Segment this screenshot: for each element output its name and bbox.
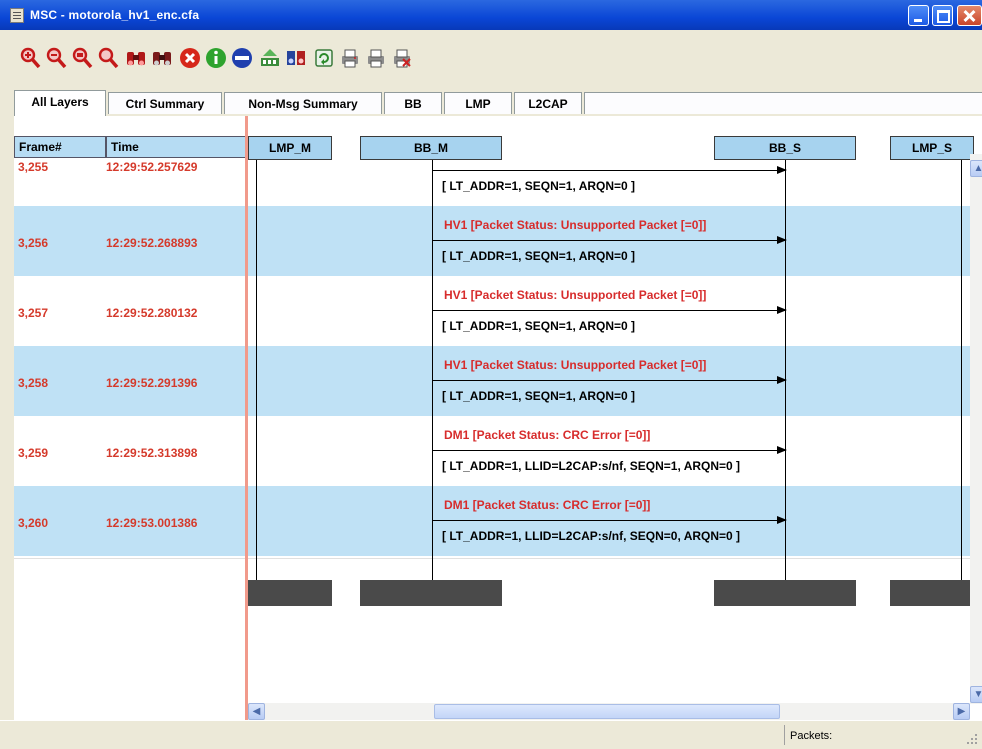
binoculars-find-next-icon[interactable] bbox=[150, 46, 174, 70]
vertical-scrollbar[interactable]: ▲ ▼ bbox=[970, 154, 982, 704]
app-icon[interactable] bbox=[10, 8, 24, 23]
frame-column-label: Frame# bbox=[19, 140, 62, 154]
minimize-button[interactable] bbox=[908, 5, 929, 26]
info-icon[interactable] bbox=[204, 46, 228, 70]
message-arrow[interactable] bbox=[432, 446, 787, 454]
packets-label: Packets: bbox=[790, 730, 833, 742]
frame-column-header[interactable]: Frame# bbox=[14, 136, 106, 158]
frame-cell[interactable]: 3,258 bbox=[18, 376, 48, 390]
message-arrow[interactable] bbox=[432, 306, 787, 314]
tab-l2cap[interactable]: L2CAP bbox=[514, 92, 582, 114]
status-separator bbox=[784, 725, 785, 745]
tab-non-msg-summary[interactable]: Non-Msg Summary bbox=[224, 92, 382, 114]
frame-cell[interactable]: 3,259 bbox=[18, 446, 48, 460]
lifeline-footer bbox=[248, 580, 332, 606]
maximize-button[interactable] bbox=[932, 5, 953, 26]
lifeline-footer bbox=[714, 580, 856, 606]
zoom-red-icon[interactable] bbox=[70, 46, 94, 70]
frame-cell[interactable]: 3,256 bbox=[18, 236, 48, 250]
tab-strip: All Layers Ctrl Summary Non-Msg Summary … bbox=[14, 90, 982, 117]
time-cell[interactable]: 12:29:52.291396 bbox=[106, 376, 197, 390]
tab-bb[interactable]: BB bbox=[384, 92, 442, 114]
frame-cell[interactable]: 3,255 bbox=[18, 160, 48, 174]
message-fields[interactable]: [ LT_ADDR=1, SEQN=1, ARQN=0 ] bbox=[442, 249, 635, 263]
time-cell[interactable]: 12:29:52.268893 bbox=[106, 236, 197, 250]
time-cell[interactable]: 12:29:52.280132 bbox=[106, 306, 197, 320]
message-arrow[interactable] bbox=[432, 516, 787, 524]
zoom-search-red-icon[interactable] bbox=[96, 46, 120, 70]
lifeline-lmp-m bbox=[256, 160, 257, 580]
lifeline-lmp-s bbox=[961, 160, 962, 580]
title-bar: MSC - motorola_hv1_enc.cfa bbox=[0, 0, 982, 30]
pane-splitter[interactable] bbox=[245, 116, 248, 720]
zoom-out-red-icon[interactable] bbox=[44, 46, 68, 70]
row-separator bbox=[14, 558, 974, 559]
message-fields[interactable]: [ LT_ADDR=1, LLID=L2CAP:s/nf, SEQN=1, AR… bbox=[442, 459, 740, 473]
print-icon[interactable] bbox=[338, 46, 362, 70]
msc-panel: Frame# Time 3,255 12:29:52.257629 3,256 … bbox=[14, 116, 982, 720]
print-preview-icon[interactable] bbox=[364, 46, 388, 70]
time-cell[interactable]: 12:29:52.313898 bbox=[106, 446, 197, 460]
print-setup-icon[interactable] bbox=[390, 46, 414, 70]
message-arrow[interactable] bbox=[432, 166, 787, 174]
scroll-down-icon[interactable]: ▼ bbox=[970, 686, 982, 703]
lifeline-header-lmp-s[interactable]: LMP_S bbox=[890, 136, 974, 160]
frame-cell[interactable]: 3,257 bbox=[18, 306, 48, 320]
lifeline-footer bbox=[360, 580, 502, 606]
frame-cell[interactable]: 3,260 bbox=[18, 516, 48, 530]
lifeline-header-bb-m[interactable]: BB_M bbox=[360, 136, 502, 160]
message-fields[interactable]: [ LT_ADDR=1, SEQN=1, ARQN=0 ] bbox=[442, 179, 635, 193]
message-label[interactable]: HV1 [Packet Status: Unsupported Packet [… bbox=[444, 218, 706, 232]
tab-strip-filler bbox=[584, 92, 982, 114]
tab-all-layers[interactable]: All Layers bbox=[14, 90, 106, 116]
message-arrow[interactable] bbox=[432, 376, 787, 384]
window-title: MSC - motorola_hv1_enc.cfa bbox=[30, 8, 200, 22]
message-fields[interactable]: [ LT_ADDR=1, SEQN=1, ARQN=0 ] bbox=[442, 319, 635, 333]
resize-grip-icon[interactable] bbox=[966, 733, 978, 745]
message-fields[interactable]: [ LT_ADDR=1, SEQN=1, ARQN=0 ] bbox=[442, 389, 635, 403]
scroll-left-icon[interactable]: ◀ bbox=[248, 703, 265, 720]
lifeline-header-bb-s[interactable]: BB_S bbox=[714, 136, 856, 160]
message-label[interactable]: DM1 [Packet Status: CRC Error [=0]] bbox=[444, 498, 650, 512]
export-icon[interactable] bbox=[258, 46, 282, 70]
binoculars-find-icon[interactable] bbox=[124, 46, 148, 70]
message-label[interactable]: HV1 [Packet Status: Unsupported Packet [… bbox=[444, 358, 706, 372]
tab-ctrl-summary[interactable]: Ctrl Summary bbox=[108, 92, 222, 114]
message-label[interactable]: DM1 [Packet Status: CRC Error [=0]] bbox=[444, 428, 650, 442]
time-column-header[interactable]: Time bbox=[106, 136, 246, 158]
lifeline-bb-m bbox=[432, 160, 433, 580]
status-bar: Packets: bbox=[0, 720, 982, 749]
lifeline-header-lmp-m[interactable]: LMP_M bbox=[248, 136, 332, 160]
tab-lmp[interactable]: LMP bbox=[444, 92, 512, 114]
error-icon[interactable] bbox=[178, 46, 202, 70]
time-cell[interactable]: 12:29:53.001386 bbox=[106, 516, 197, 530]
horizontal-scrollbar[interactable]: ◀ ▶ bbox=[248, 703, 970, 720]
find-book-icon[interactable] bbox=[284, 46, 308, 70]
refresh-icon[interactable] bbox=[312, 46, 336, 70]
scroll-up-icon[interactable]: ▲ bbox=[970, 160, 982, 177]
message-label[interactable]: HV1 [Packet Status: Unsupported Packet [… bbox=[444, 288, 706, 302]
message-arrow[interactable] bbox=[432, 236, 787, 244]
time-column-label: Time bbox=[111, 140, 139, 154]
horizontal-scroll-thumb[interactable] bbox=[434, 704, 780, 719]
close-button[interactable] bbox=[957, 5, 982, 26]
time-cell[interactable]: 12:29:52.257629 bbox=[106, 160, 197, 174]
scroll-right-icon[interactable]: ▶ bbox=[953, 703, 970, 720]
zoom-in-red-icon[interactable] bbox=[18, 46, 42, 70]
message-fields[interactable]: [ LT_ADDR=1, LLID=L2CAP:s/nf, SEQN=0, AR… bbox=[442, 529, 740, 543]
toolbar bbox=[8, 30, 982, 90]
lifeline-footer bbox=[890, 580, 974, 606]
stop-icon[interactable] bbox=[230, 46, 254, 70]
